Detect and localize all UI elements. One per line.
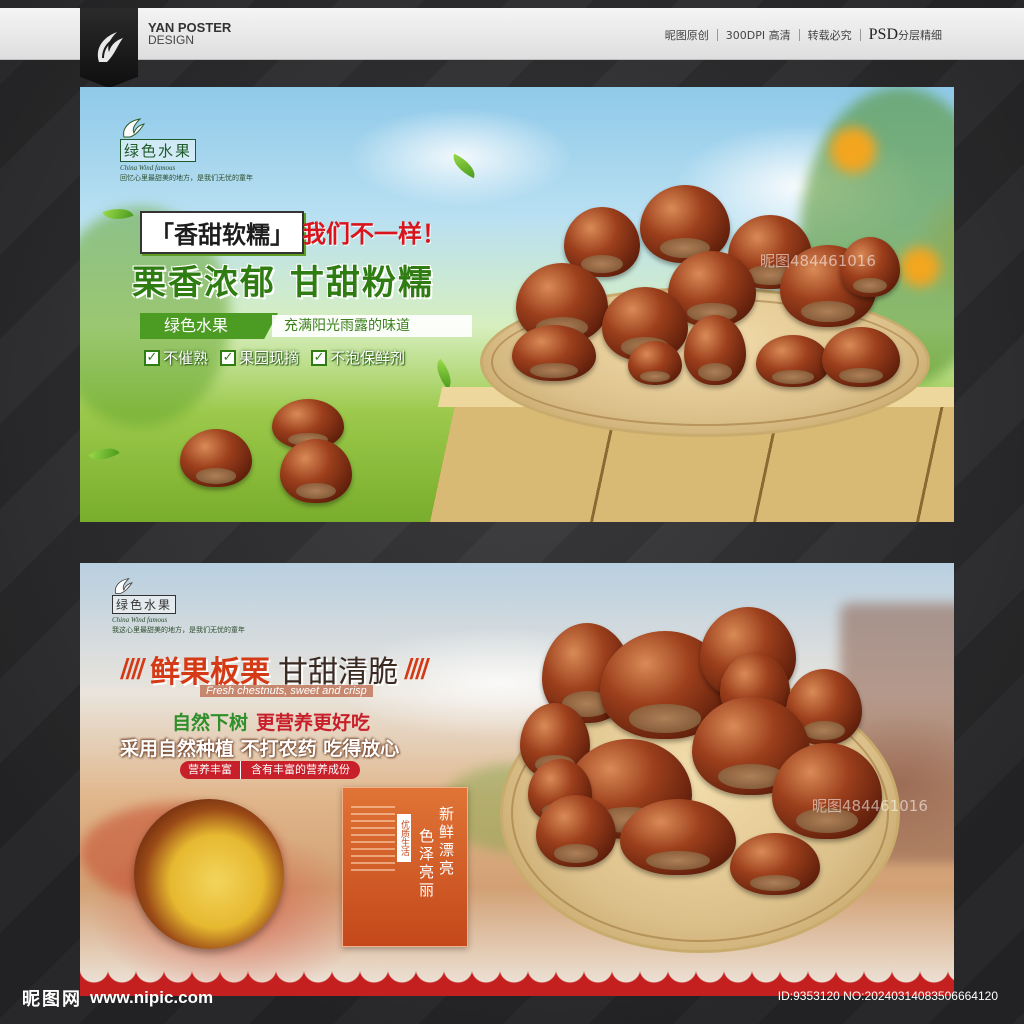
leaf-icon [448,153,480,179]
site-url[interactable]: www.nipic.com [90,988,213,1008]
feature-links: 昵图原创 300DPI 高清 转载必究 PSD分层精细 [665,26,942,44]
blurred-orange [900,247,940,287]
logo-slogan: 我这心里最甜美的地方，是我们无忧的童年 [112,626,245,634]
card-text-lines [351,806,395,876]
image-id: ID:9353120 NO:20240314083506664120 [777,989,998,1003]
top-bar: YAN POSTER DESIGN 昵图原创 300DPI 高清 转载必究 PS… [0,8,1024,88]
chestnut [628,341,682,385]
check-label: 不催熟 [163,349,209,367]
banner-fresh-chestnut[interactable]: 绿色水果 China Wind famous 我这心里最甜美的地方，是我们无忧的… [80,563,954,996]
logo-subtitle: China Wind famous [120,164,176,172]
psd-desc: 分层精细 [898,29,942,42]
green-fruit-logo: 绿色水果 China Wind famous 我这心里最甜美的地方，是我们无忧的… [112,577,245,635]
divider [716,29,718,41]
checkbox-icon: ✓ [220,349,237,366]
quality-card: 优质生活 新鲜漂亮 色泽亮丽 [342,787,468,947]
check-item: ✓ 不泡保鲜剂 [311,347,405,368]
tag-text: 「香甜软糯」 [140,211,304,254]
brand-name: YAN POSTER DESIGN [148,21,231,47]
divider [859,29,861,41]
pill-left: 营养丰富 [180,761,240,779]
chestnut [730,833,820,895]
logo-slogan: 回忆心里最甜美的地方，是我们无忧的童年 [120,174,253,182]
feature-bar-white: 充满阳光雨露的味道 [272,315,472,337]
link-copyright[interactable]: 转载必究 [808,27,852,43]
divider [798,29,800,41]
site-name: 昵图网 [22,989,82,1010]
slash-decoration: //// [120,654,146,684]
logo-subtitle: China Wind famous [112,616,168,624]
chestnut [756,335,830,387]
green-fruit-logo: 绿色水果 China Wind famous 回忆心里最甜美的地方，是我们无忧的… [120,117,253,183]
leaf-icon [429,358,459,390]
wing-logo-icon [114,578,133,594]
chestnut [684,315,746,385]
roasted-chestnut [134,799,284,949]
different-slogan: 我们不一样！ [302,220,446,248]
banner-green-fruit[interactable]: 绿色水果 China Wind famous 回忆心里最甜美的地方，是我们无忧的… [80,87,954,522]
check-label: 果园现摘 [239,349,300,367]
wing-logo-icon [97,32,123,62]
site-footer-brand: 昵图网 www.nipic.com [22,985,213,1011]
logo-name: 绿色水果 [120,139,197,162]
link-hd[interactable]: 300DPI 高清 [726,27,791,43]
watermark: 昵图484461016 [812,797,928,815]
tag-sweet-soft: 「香甜软糯」 [140,211,304,254]
checkbox-icon: ✓ [144,349,160,366]
wing-logo-icon [123,118,146,138]
chestnut [180,429,252,487]
blurred-orange [830,127,876,173]
chestnut [280,439,352,503]
psd-label: PSD [868,26,898,43]
subtitle-green: 自然下树 [172,712,249,734]
chestnut [536,795,616,867]
slash-decoration: //// [403,654,430,684]
pill-right: 含有丰富的营养成份 [240,761,360,779]
checkbox-icon: ✓ [311,349,328,366]
check-label: 不泡保鲜剂 [330,349,406,367]
feature-bar: 绿色水果 充满阳光雨露的味道 [140,313,472,339]
card-column-1: 新鲜漂亮 [437,806,455,878]
main-headline: 栗香浓郁 甘甜粉糯 [132,263,434,303]
link-psd[interactable]: PSD分层精细 [869,26,942,44]
chestnut [620,799,736,875]
yan-poster-logo[interactable] [80,8,138,88]
nutrition-pill: 营养丰富 含有丰富的营养成份 [180,761,360,779]
card-column-2: 色泽亮丽 [417,828,435,900]
chestnut [512,325,596,381]
logo-name: 绿色水果 [112,595,177,614]
subtitle-red: 更营养更好吃 [256,712,371,734]
subtitle-line-2: 采用自然种植 不打农药 吃得放心 [120,738,400,760]
feature-checklist: ✓ 不催熟 ✓ 果园现摘 ✓ 不泡保鲜剂 [144,347,405,368]
check-item: ✓ 果园现摘 [220,347,299,368]
link-original[interactable]: 昵图原创 [665,27,709,43]
watermark: 昵图484461016 [760,252,876,270]
title-english: Fresh chestnuts, sweet and crisp [200,685,373,697]
check-item: ✓ 不催熟 [144,347,208,368]
card-stamp: 优质生活 [397,814,411,862]
feature-bar-green: 绿色水果 [140,313,278,339]
chestnut [772,743,882,839]
chestnut [822,327,900,387]
leaf-icon [88,440,120,468]
brand-line-2: DESIGN [148,33,195,47]
subtitle-line-1: 自然下树 更营养更好吃 [172,708,370,735]
